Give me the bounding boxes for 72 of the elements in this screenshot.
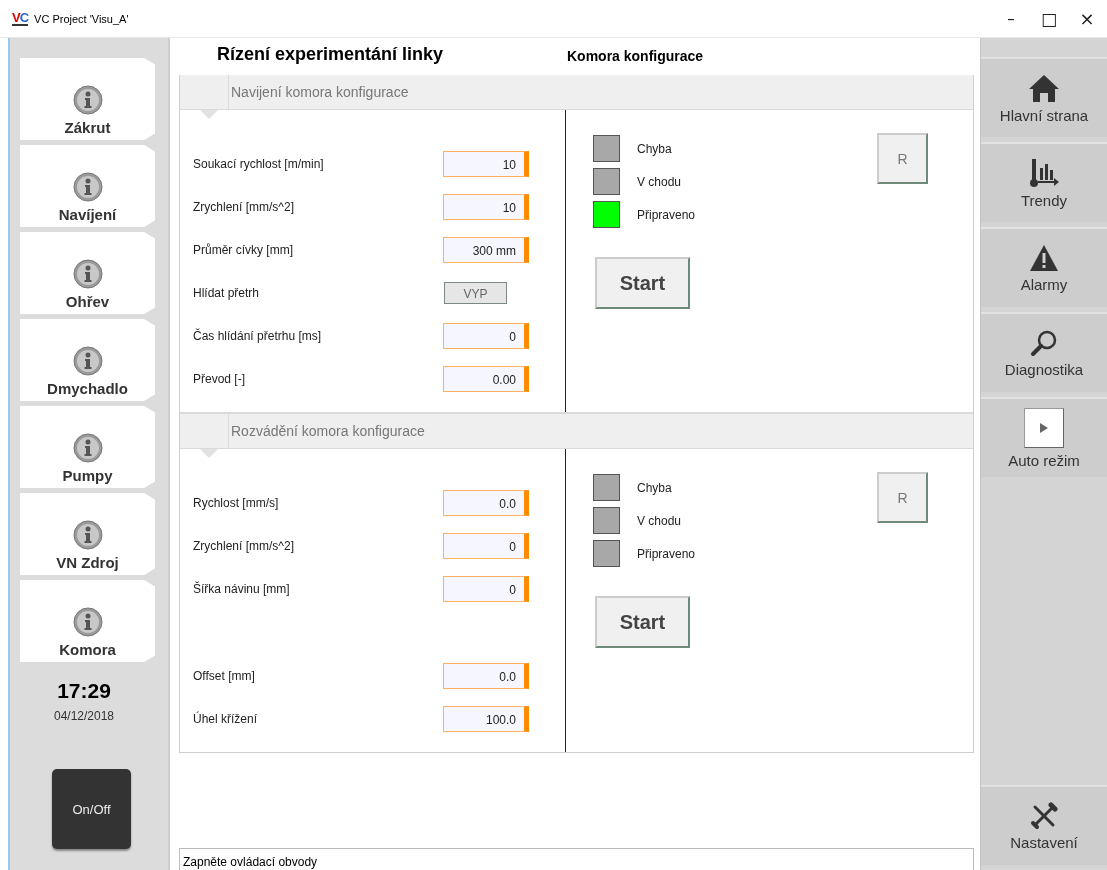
app-logo: VC bbox=[12, 11, 29, 26]
field-label: Zrychlení [mm/s^2] bbox=[193, 199, 295, 214]
field-label: Čas hlídání přetrhu [ms] bbox=[193, 328, 323, 343]
nav-tab[interactable]: Ohřev bbox=[20, 232, 155, 314]
field-label: Offset [mm] bbox=[193, 668, 256, 683]
play-icon bbox=[1039, 421, 1049, 434]
warning-icon bbox=[1029, 243, 1059, 272]
reset-button[interactable]: R bbox=[877, 472, 928, 523]
nav-tab[interactable]: Navíjení bbox=[20, 145, 155, 227]
numeric-input[interactable]: 0.0 bbox=[443, 489, 529, 516]
field-label: Soukací rychlost [m/min] bbox=[193, 156, 325, 171]
field-label: Rychlost [mm/s] bbox=[193, 495, 280, 510]
clock-date: 04/12/2018 bbox=[53, 709, 115, 723]
clock-time: 17:29 bbox=[57, 679, 111, 703]
numeric-input[interactable]: 300 mm bbox=[443, 236, 529, 263]
numeric-input[interactable]: 0 bbox=[443, 532, 529, 559]
info-icon bbox=[72, 607, 103, 637]
play-button[interactable] bbox=[1024, 407, 1064, 448]
numeric-input[interactable]: 0 bbox=[443, 322, 529, 349]
numeric-input[interactable]: 10 bbox=[443, 193, 529, 220]
reset-button[interactable]: R bbox=[877, 133, 928, 184]
field-label: Průměr cívky [mm] bbox=[193, 242, 294, 257]
indicator-label: Chyba bbox=[637, 480, 672, 495]
field-label: Šířka návinu [mm] bbox=[193, 581, 291, 596]
field-label: Hlídat přetrh bbox=[193, 285, 261, 300]
info-icon bbox=[72, 172, 103, 202]
numeric-input[interactable]: 0.00 bbox=[443, 365, 529, 392]
nav-tab[interactable]: Komora bbox=[20, 580, 155, 662]
section-title: Navijení komora konfigurace bbox=[230, 84, 409, 100]
window-title: VC Project 'Visu_A' bbox=[34, 12, 130, 25]
numeric-input[interactable]: 10 bbox=[443, 150, 529, 177]
indicator-label: Chyba bbox=[637, 141, 672, 156]
search-icon bbox=[1030, 328, 1058, 357]
nav-button[interactable]: Auto režim bbox=[981, 397, 1107, 477]
numeric-input[interactable]: 0 bbox=[443, 575, 529, 602]
nav-button[interactable]: Alarmy bbox=[981, 227, 1107, 307]
nav-button[interactable]: Trendy bbox=[981, 142, 1107, 222]
numeric-input[interactable]: 0.0 bbox=[443, 662, 529, 689]
nav-button[interactable]: Diagnostika bbox=[981, 312, 1107, 392]
minimize-button[interactable]: – bbox=[993, 3, 1029, 34]
info-icon bbox=[72, 85, 103, 115]
page-subtitle: Komora konfigurace bbox=[567, 48, 704, 64]
info-icon bbox=[72, 433, 103, 463]
home-icon bbox=[1028, 72, 1060, 103]
power-button[interactable]: On/Off bbox=[52, 769, 131, 849]
field-label: Úhel křížení bbox=[193, 711, 259, 726]
info-icon bbox=[72, 520, 103, 550]
info-icon bbox=[72, 346, 103, 376]
nav-tab[interactable]: Dmychadlo bbox=[20, 319, 155, 401]
indicator-label: Připraveno bbox=[637, 207, 696, 222]
numeric-input[interactable]: 100.0 bbox=[443, 705, 529, 732]
maximize-button[interactable]: □ bbox=[1031, 3, 1067, 34]
section-title: Rozvádění komora konfigurace bbox=[230, 423, 425, 439]
field-label: Zrychlení [mm/s^2] bbox=[193, 538, 295, 553]
field-label: Převod [-] bbox=[193, 371, 247, 386]
indicator-label: Připraveno bbox=[637, 546, 696, 561]
nav-tab[interactable]: VN Zdroj bbox=[20, 493, 155, 575]
info-icon bbox=[72, 259, 103, 289]
toggle-button[interactable]: VYP bbox=[444, 281, 507, 304]
nav-button[interactable]: Hlavní strana bbox=[981, 57, 1107, 137]
bar-chart-icon bbox=[1028, 157, 1060, 188]
nav-tab[interactable]: Zákrut bbox=[20, 58, 155, 140]
status-bar: Zapněte ovládací obvody bbox=[179, 848, 974, 870]
start-button[interactable]: Start bbox=[595, 257, 690, 309]
start-button[interactable]: Start bbox=[595, 596, 690, 648]
close-button[interactable]: × bbox=[1069, 3, 1105, 34]
nav-button[interactable]: Nastavení bbox=[981, 785, 1107, 865]
nav-tab[interactable]: Pumpy bbox=[20, 406, 155, 488]
indicator-label: V chodu bbox=[637, 513, 682, 528]
tools-icon bbox=[1030, 801, 1058, 830]
indicator-label: V chodu bbox=[637, 174, 682, 189]
page-title: Rízení experimentání linky bbox=[217, 44, 445, 65]
